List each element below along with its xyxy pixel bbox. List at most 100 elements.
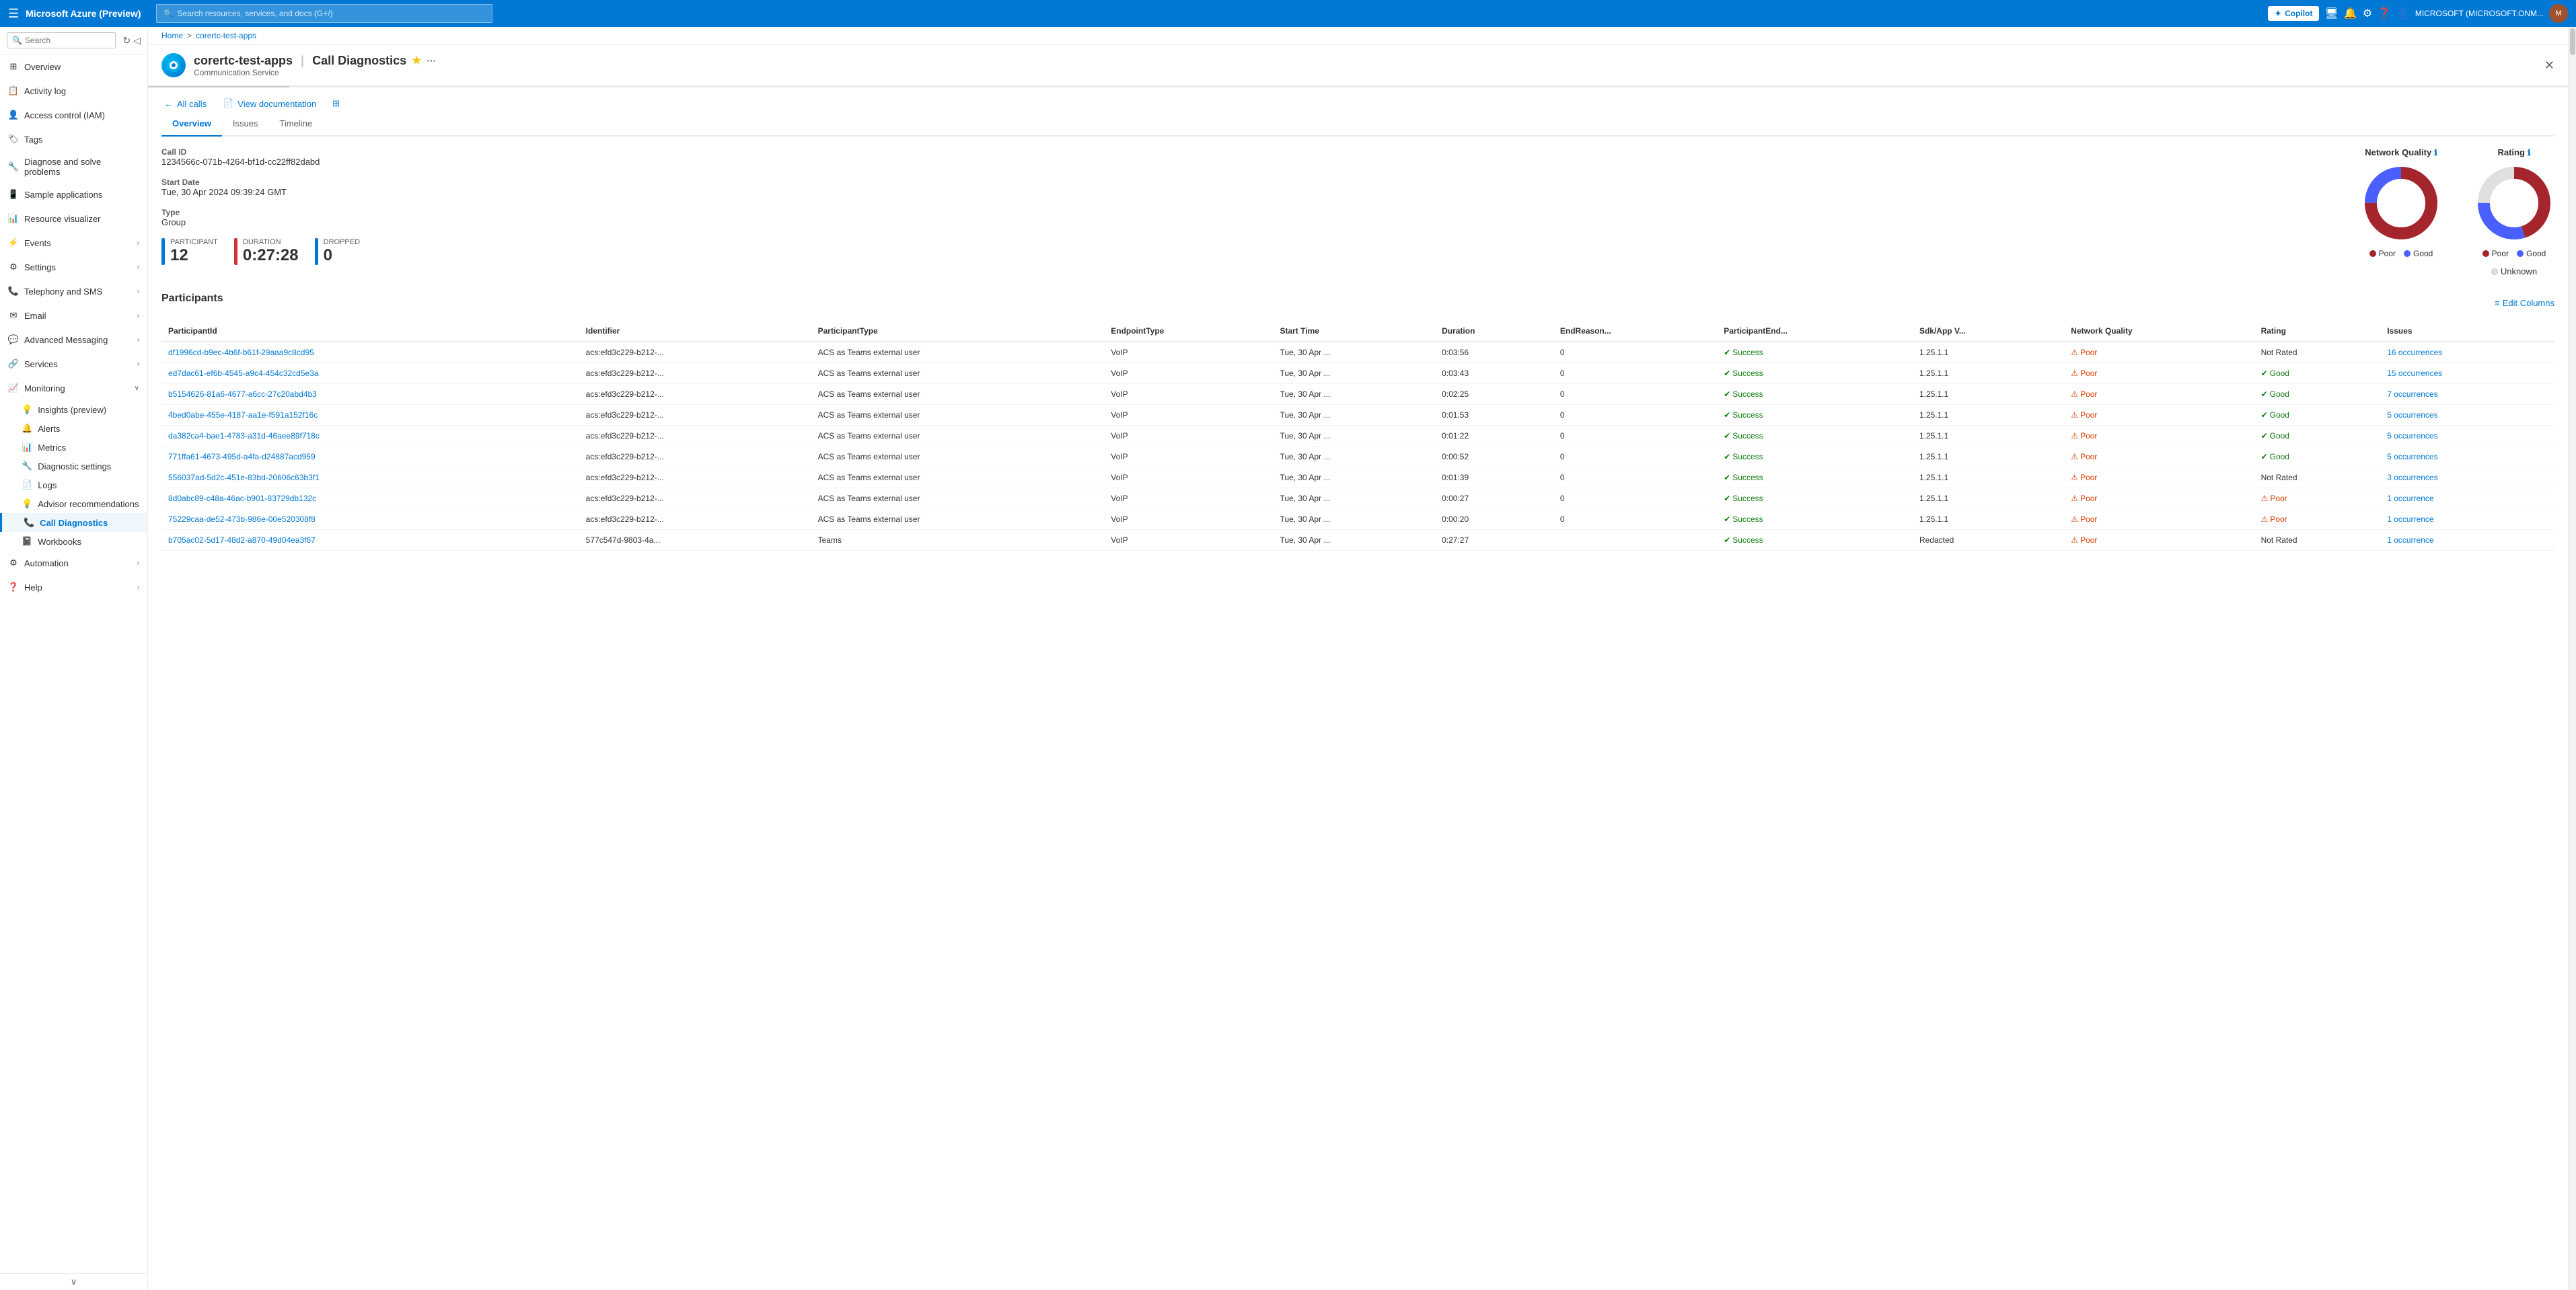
cell-participant-id[interactable]: df1996cd-b9ec-4b6f-b61f-29aaa9c8cd95 — [161, 342, 579, 363]
cell-participant-id[interactable]: 4bed0abe-455e-4187-aa1e-f591a152f16c — [161, 405, 579, 426]
sidebar-item-services[interactable]: 🔗 Services › — [0, 352, 147, 376]
cell-participant-end: ✔Success — [1717, 426, 1913, 447]
grid-button[interactable]: ⊞ — [330, 96, 342, 112]
cell-start-time: Tue, 30 Apr ... — [1273, 426, 1435, 447]
sidebar-item-label: Call Diagnostics — [40, 518, 108, 528]
sidebar-item-label: Services — [24, 359, 58, 369]
cell-participant-end: ✔Success — [1717, 384, 1913, 405]
sidebar-item-monitoring[interactable]: 📈 Monitoring ∨ — [0, 376, 147, 400]
sidebar-item-email[interactable]: ✉ Email › — [0, 303, 147, 328]
sidebar-item-label: Settings — [24, 262, 56, 272]
sidebar-item-label: Diagnostic settings — [38, 461, 111, 471]
sidebar-item-advanced-messaging[interactable]: 💬 Advanced Messaging › — [0, 328, 147, 352]
cell-network-quality: ⚠Poor — [2064, 488, 2254, 509]
tab-issues[interactable]: Issues — [222, 112, 269, 137]
global-search-input[interactable] — [178, 9, 485, 18]
refresh-icon[interactable]: ↻ — [122, 35, 131, 46]
col-participant-type: ParticipantType — [811, 321, 1105, 342]
user-info[interactable]: MICROSOFT (MICROSOFT.ONM... — [2415, 9, 2544, 18]
cell-issues[interactable]: 16 occurrences — [2380, 342, 2554, 363]
sidebar-item-settings[interactable]: ⚙ Settings › — [0, 255, 147, 279]
cell-issues[interactable]: 5 occurrences — [2380, 426, 2554, 447]
sidebar-item-logs[interactable]: 📄 Logs — [0, 476, 147, 494]
table-row: 556037ad-5d2c-451e-83bd-20606c63b3f1 acs… — [161, 467, 2554, 488]
sidebar-item-overview[interactable]: ⊞ Overview — [0, 54, 147, 79]
sidebar-item-resource-viz[interactable]: 📊 Resource visualizer — [0, 206, 147, 231]
table-row: ed7dac61-ef6b-4545-a9c4-454c32cd5e3a acs… — [161, 363, 2554, 384]
cell-end-reason: 0 — [1553, 488, 1717, 509]
gear-icon[interactable]: ⚙ — [2363, 7, 2372, 20]
sidebar-item-call-diagnostics[interactable]: 📞 Call Diagnostics — [0, 513, 147, 532]
cell-issues[interactable]: 5 occurrences — [2380, 447, 2554, 467]
chevron-down-icon: ∨ — [135, 385, 139, 392]
cell-issues[interactable]: 1 occurrence — [2380, 488, 2554, 509]
legend-good: Good — [2404, 249, 2433, 258]
sidebar-item-alerts[interactable]: 🔔 Alerts — [0, 419, 147, 438]
sidebar-item-label: Email — [24, 311, 46, 321]
cell-participant-id[interactable]: b5154626-81a6-4677-a6cc-27c20abd4b3 — [161, 384, 579, 405]
view-documentation-button[interactable]: 📄 View documentation — [220, 96, 319, 112]
cell-participant-id[interactable]: 75229caa-de52-473b-986e-00e520308f8 — [161, 509, 579, 530]
sidebar-item-metrics[interactable]: 📊 Metrics — [0, 438, 147, 457]
sidebar-item-diagnose[interactable]: 🔧 Diagnose and solve problems — [0, 151, 147, 182]
sidebar-item-activity-log[interactable]: 📋 Activity log — [0, 79, 147, 103]
cell-rating: ✔Good — [2254, 405, 2381, 426]
cell-issues[interactable]: 15 occurrences — [2380, 363, 2554, 384]
sidebar-item-access-control[interactable]: 👤 Access control (IAM) — [0, 103, 147, 127]
more-icon[interactable]: ··· — [427, 55, 436, 66]
copilot-button[interactable]: ✦ Copilot — [2268, 6, 2319, 21]
cell-issues[interactable]: 3 occurrences — [2380, 467, 2554, 488]
close-icon[interactable]: ✕ — [2544, 59, 2554, 72]
sidebar-item-diagnostic-settings[interactable]: 🔧 Diagnostic settings — [0, 457, 147, 476]
edit-columns-button[interactable]: ≡ Edit Columns — [2495, 298, 2554, 308]
hamburger-icon[interactable]: ☰ — [8, 7, 19, 21]
cell-issues[interactable]: 1 occurrence — [2380, 530, 2554, 551]
kpi-cards: Participant 12 Duration 0:27:28 — [161, 238, 2339, 265]
cell-identifier: acs:efd3c229-b212-... — [579, 342, 811, 363]
col-issues: Issues — [2380, 321, 2554, 342]
cell-issues[interactable]: 5 occurrences — [2380, 405, 2554, 426]
breadcrumb-home[interactable]: Home — [161, 31, 183, 40]
duration-value: 0:27:28 — [243, 246, 299, 265]
sidebar-item-automation[interactable]: ⚙ Automation › — [0, 551, 147, 575]
scrollbar-area[interactable] — [2568, 27, 2576, 1290]
alerts-icon: 🔔 — [22, 423, 32, 434]
cell-issues[interactable]: 1 occurrence — [2380, 509, 2554, 530]
breadcrumb-resource[interactable]: corertc-test-apps — [196, 31, 256, 40]
cell-identifier: acs:efd3c229-b212-... — [579, 467, 811, 488]
sidebar-item-sample-apps[interactable]: 📱 Sample applications — [0, 182, 147, 206]
cell-issues[interactable]: 7 occurrences — [2380, 384, 2554, 405]
sidebar-item-tags[interactable]: 🏷 Tags — [0, 127, 147, 151]
collapse-icon[interactable]: ◁ — [133, 35, 141, 46]
col-sdk-app: Sdk/App V... — [1913, 321, 2064, 342]
sidebar-item-insights[interactable]: 💡 Insights (preview) — [0, 400, 147, 419]
tab-timeline[interactable]: Timeline — [268, 112, 323, 137]
star-icon[interactable]: ★ — [412, 54, 421, 67]
sidebar-item-events[interactable]: ⚡ Events › — [0, 231, 147, 255]
cell-participant-id[interactable]: ed7dac61-ef6b-4545-a9c4-454c32cd5e3a — [161, 363, 579, 384]
person-icon[interactable]: 👤 — [2396, 7, 2410, 20]
rating-info-icon[interactable]: ℹ — [2528, 148, 2531, 157]
cell-participant-id[interactable]: da382ca4-bae1-4783-a31d-46aee89f718c — [161, 426, 579, 447]
sidebar-search-input[interactable] — [7, 32, 116, 48]
sidebar-scroll-down[interactable]: ∨ — [0, 1273, 147, 1290]
question-icon[interactable]: ❓ — [2378, 7, 2391, 20]
cell-participant-id[interactable]: 771ffa61-4673-495d-a4fa-d24887acd959 — [161, 447, 579, 467]
tab-overview[interactable]: Overview — [161, 112, 222, 137]
sidebar-item-label: Advanced Messaging — [24, 335, 108, 345]
sidebar-item-advisor[interactable]: 💡 Advisor recommendations — [0, 494, 147, 513]
global-search-bar[interactable]: 🔍 — [156, 4, 492, 23]
avatar[interactable]: M — [2549, 4, 2568, 23]
sidebar-item-help[interactable]: ❓ Help › — [0, 575, 147, 599]
cell-participant-id[interactable]: 556037ad-5d2c-451e-83bd-20606c63b3f1 — [161, 467, 579, 488]
participants-table-container[interactable]: ParticipantId Identifier ParticipantType… — [161, 321, 2554, 551]
cell-participant-id[interactable]: 8d0abc89-c48a-46ac-b901-83729db132c — [161, 488, 579, 509]
bell-icon[interactable]: 🔔 — [2344, 7, 2357, 20]
info-icon[interactable]: ℹ — [2434, 148, 2437, 157]
cell-participant-id[interactable]: b705ac02-5d17-48d2-a870-49d04ea3f67 — [161, 530, 579, 551]
back-button[interactable]: ← All calls — [161, 96, 209, 112]
sidebar-item-telephony[interactable]: 📞 Telephony and SMS › — [0, 279, 147, 303]
sidebar-item-label: Tags — [24, 135, 42, 145]
monitor-icon[interactable]: 🖥 — [2324, 7, 2338, 20]
sidebar-item-workbooks[interactable]: 📓 Workbooks — [0, 532, 147, 551]
